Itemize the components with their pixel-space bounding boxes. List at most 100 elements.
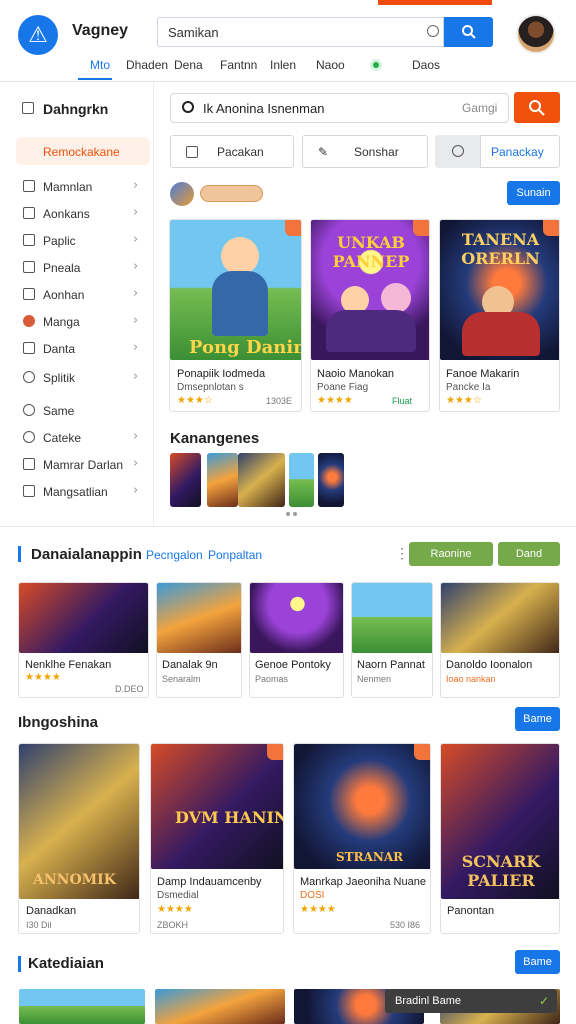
section-1-card-3[interactable]: Genoe Pontoky Paomas [249,582,344,698]
edit-icon: ✎ [318,145,329,159]
filter-panackay-label: Panackay [491,145,544,159]
sidebar-item-8[interactable]: Splitik [43,371,75,385]
section-1-link-1[interactable]: Pecngalon [146,548,203,562]
tab-dhaden[interactable]: Dhaden [126,58,168,72]
toast-notification[interactable]: Bradinl Bame ✓ [385,989,557,1013]
rating-stars: ★★★★ [317,395,353,406]
sidebar-icon-4 [23,261,35,273]
sidebar-icon-7 [23,342,35,354]
card-meta: Fluat [392,396,413,406]
rating-stars: ★★★☆ [177,395,213,406]
section-1-marker [18,546,21,562]
sidebar-item-1[interactable]: Mamnlan [43,180,92,194]
section-1-card-2[interactable]: Danalak 9n Senaralm [156,582,242,698]
section-1-art-3 [250,583,343,653]
character-head [381,283,411,313]
section-2-card-4[interactable]: SCNARK PALIER Panontan [440,743,560,934]
bottom-card-2[interactable] [155,989,285,1024]
sidebar-icon-11 [23,458,35,470]
chevron-right-icon: › [133,429,139,444]
sidebar-item-2[interactable]: Aonkans [43,207,90,221]
card-subtitle: Dmsepnlotan s [177,382,244,393]
rating-stars: ★★★★ [300,904,336,915]
tab-inlen[interactable]: Inlen [270,58,296,72]
section-1-green-button-2[interactable]: Dand [498,542,560,566]
user-avatar[interactable] [516,14,556,54]
character-head [221,237,259,275]
promo-icon [170,182,194,206]
section-2-card-3[interactable]: STRANAR Manrkap Jaeoniha Nuane DOSI ★★★★ 530… [293,743,431,934]
card-title: Ponapiik Iodmeda [177,368,266,380]
mini-game-tile-5[interactable] [318,453,344,507]
search-icon [529,100,545,116]
orange-search-button[interactable] [514,92,560,123]
sidebar-item-11[interactable]: Mamrar Darlan [43,458,123,472]
section-2-title: Ibngoshina [18,714,98,731]
online-status-icon [370,59,382,71]
section-1-card-1[interactable]: Nenklhe Fenakan ★★★★ D.DEO [18,582,149,698]
sidebar-item-12[interactable]: Mangsatlian [43,485,108,499]
card-meta: Nenmen [357,674,392,684]
bottom-card-1[interactable] [19,989,145,1024]
section-1-card-4[interactable]: Naorn Pannat Nenmen [351,582,433,698]
section-1-more-icon[interactable]: ⋮ [395,545,409,562]
card-subtitle: Dsmedial [157,890,199,901]
search-icon [461,25,476,39]
sidebar-item-recommended[interactable]: Remockakane [43,145,120,159]
mini-game-tile-4[interactable] [289,453,314,507]
featured-card-1[interactable]: Pong Danin Ponapiik Iodmeda Dmsepnlotan … [169,219,302,412]
sidebar-item-10[interactable]: Cateke [43,431,81,445]
carousel-dot[interactable] [293,512,297,516]
mini-game-tile-3[interactable] [238,453,285,507]
tab-naoo[interactable]: Naoo [316,58,345,72]
sidebar-icon-2 [23,207,35,219]
promo-button[interactable]: Sunain [507,181,560,205]
character-body [212,271,268,336]
sidebar-item-9[interactable]: Same [43,404,74,418]
mini-game-tile-2[interactable] [207,453,238,507]
sidebar-item-4[interactable]: Pneala [43,261,80,275]
sidebar-item-7[interactable]: Danta [43,342,75,356]
card-title: Manrkap Jaeoniha Nuane [300,876,426,888]
clear-search-icon[interactable] [427,25,439,37]
tab-daos[interactable]: Daos [412,58,440,72]
section-2-button[interactable]: Bame [515,707,560,731]
toast-text: Bradinl Bame [395,995,462,1007]
card-meta: Senaralm [162,674,201,684]
character-body [462,312,540,356]
card-meta: ZBOKH [157,920,189,930]
check-icon: ✓ [538,994,549,1008]
sidebar-item-6[interactable]: Manga [43,315,80,329]
card-title: Damp Indauamcenby [157,876,262,888]
app-logo[interactable]: ⚠ [18,15,58,55]
featured-card-3[interactable]: TANENA ORERLN Fanoe Makarin Pancke Ia ★★… [439,219,560,412]
circle-icon [452,145,464,157]
section-2-card-2[interactable]: DVM HANIN Damp Indauamcenby Dsmedial ★★★★ ZB… [150,743,284,934]
orange-corner [267,744,283,760]
section-1-green-button-1[interactable]: Raonine [409,542,493,566]
tab-fantnn[interactable]: Fantnn [220,58,257,72]
section-3-button[interactable]: Bame [515,950,560,974]
sidebar-item-3[interactable]: Paplic [43,234,76,248]
sidebar-icon-3 [23,234,35,246]
filter-sonshar-label: Sonshar [354,145,399,159]
tab-dena[interactable]: Dena [174,58,203,72]
sidebar-item-5[interactable]: Aonhan [43,288,84,302]
section-2-card-1[interactable]: ANNOMIK Danadkan I30 Dil [18,743,140,934]
top-search-input[interactable] [157,17,444,47]
search-button[interactable] [444,17,493,47]
rating-stars: ★★★☆ [446,395,482,406]
main-search-icon [182,101,194,113]
card-meta: D.DEO [115,684,144,694]
mini-game-tile-1[interactable] [170,453,201,507]
chevron-right-icon: › [133,313,139,328]
section-1-card-5[interactable]: Danoldo Ioonalon Ioao nankan [440,582,560,698]
art-title: DVM HANIN [175,808,284,827]
tab-mto[interactable]: Mto [90,58,110,72]
card-title: Naorn Pannat [357,659,425,671]
featured-card-2[interactable]: UNKAB PANNEP Naoio Manokan Poane Fiag ★★… [310,219,430,412]
section-1-link-2[interactable]: Ponpaltan [208,548,262,562]
chevron-right-icon: › [133,178,139,193]
carousel-dot-active[interactable] [286,512,290,516]
chevron-right-icon: › [133,340,139,355]
